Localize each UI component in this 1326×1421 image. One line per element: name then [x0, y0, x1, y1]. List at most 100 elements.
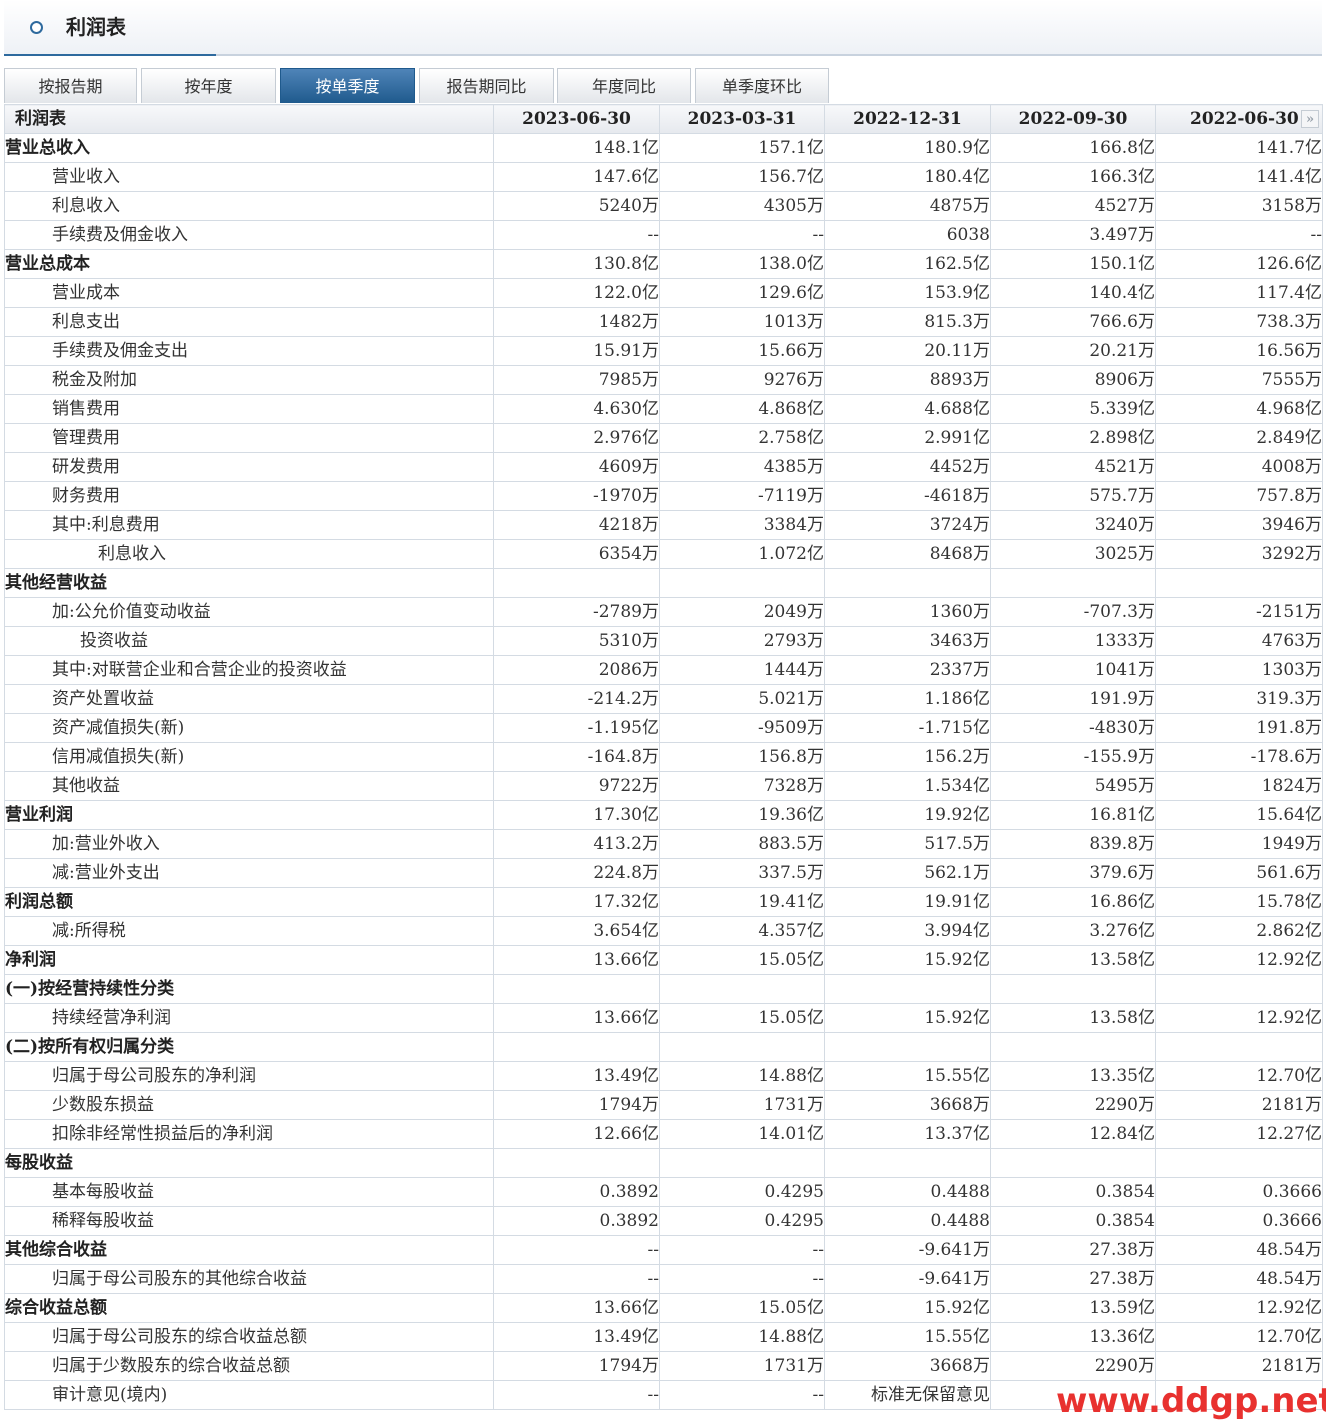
table-cell: 19.92亿	[824, 800, 991, 830]
table-cell: 4305万	[659, 191, 825, 221]
tab-by-year[interactable]: 按年度	[141, 68, 276, 103]
table-cell	[659, 974, 825, 1004]
corner-header: 利润表	[4, 104, 494, 134]
table-row: 综合收益总额 13.66亿 15.05亿 15.92亿 13.59亿 12.92亿	[4, 1293, 1323, 1323]
table-cell: 15.05亿	[659, 1003, 825, 1033]
row-label: 每股收益	[4, 1148, 494, 1178]
table-cell: 4609万	[493, 452, 660, 482]
tab-annual-yoy[interactable]: 年度同比	[557, 68, 691, 103]
table-cell: 2290万	[990, 1351, 1156, 1381]
table-cell: 7985万	[493, 365, 660, 395]
column-header-label: 2022-06-30	[1190, 109, 1299, 129]
table-cell: 1824万	[1155, 771, 1323, 801]
table-row: 营业收入 147.6亿 156.7亿 180.4亿 166.3亿 141.4亿	[4, 162, 1323, 192]
table-cell	[1155, 1032, 1323, 1062]
table-cell: 12.92亿	[1155, 945, 1323, 975]
table-row: 其他综合收益 -- -- -9.641万 27.38万 48.54万	[4, 1235, 1323, 1265]
table-cell: 0.4488	[824, 1177, 991, 1207]
table-cell: 4.357亿	[659, 916, 825, 946]
table-cell: 3158万	[1155, 191, 1323, 221]
tab-by-single-quarter[interactable]: 按单季度	[280, 68, 415, 103]
table-cell: 3946万	[1155, 510, 1323, 540]
income-statement-table: 利润表 2023-06-30 2023-03-31 2022-12-31 202…	[4, 104, 1323, 1410]
row-label: 归属于少数股东的综合收益总额	[4, 1351, 494, 1381]
table-row: 其中:对联营企业和合营企业的投资收益 2086万 1444万 2337万 1041万 13…	[4, 655, 1323, 685]
row-label: 营业总收入	[4, 133, 494, 163]
table-cell: -178.6万	[1155, 742, 1323, 772]
table-cell: 157.1亿	[659, 133, 825, 163]
table-row: 加:公允价值变动收益 -2789万 2049万 1360万 -707.3万 -2151万	[4, 597, 1323, 627]
table-cell: 14.88亿	[659, 1061, 825, 1091]
table-cell: 15.55亿	[824, 1061, 991, 1091]
table-cell: 2290万	[990, 1090, 1156, 1120]
row-label: 利息收入	[4, 191, 494, 221]
row-label: 持续经营净利润	[4, 1003, 494, 1033]
table-cell: 13.49亿	[493, 1061, 660, 1091]
table-cell: --	[493, 1380, 660, 1410]
table-cell: 19.36亿	[659, 800, 825, 830]
table-cell: 148.1亿	[493, 133, 660, 163]
table-cell: 2337万	[824, 655, 991, 685]
table-cell	[990, 974, 1156, 1004]
table-cell: 4385万	[659, 452, 825, 482]
table-row: 投资收益 5310万 2793万 3463万 1333万 4763万	[4, 626, 1323, 656]
row-label: 加:公允价值变动收益	[4, 597, 494, 627]
table-cell: 2049万	[659, 597, 825, 627]
table-cell: 126.6亿	[1155, 249, 1323, 279]
table-row: 营业总成本 130.8亿 138.0亿 162.5亿 150.1亿 126.6亿	[4, 249, 1323, 279]
table-cell: -1.195亿	[493, 713, 660, 743]
row-label: 扣除非经常性损益后的净利润	[4, 1119, 494, 1149]
table-cell: -214.2万	[493, 684, 660, 714]
table-row: 其中:利息费用 4218万 3384万 3724万 3240万 3946万	[4, 510, 1323, 540]
column-header: 2022-12-31	[824, 104, 991, 134]
table-cell: 4875万	[824, 191, 991, 221]
table-cell: 7328万	[659, 771, 825, 801]
table-cell: 1794万	[493, 1351, 660, 1381]
table-cell	[493, 568, 660, 598]
table-cell: --	[493, 1235, 660, 1265]
table-cell: 6038	[824, 220, 991, 250]
table-cell: 13.37亿	[824, 1119, 991, 1149]
table-cell: 4527万	[990, 191, 1156, 221]
table-cell: 517.5万	[824, 829, 991, 859]
table-cell: 7555万	[1155, 365, 1323, 395]
table-cell: 839.8万	[990, 829, 1156, 859]
row-label: 稀释每股收益	[4, 1206, 494, 1236]
table-cell: 13.66亿	[493, 1293, 660, 1323]
table-cell: -155.9万	[990, 742, 1156, 772]
table-cell: 5495万	[990, 771, 1156, 801]
table-cell: 156.7亿	[659, 162, 825, 192]
table-cell: -9509万	[659, 713, 825, 743]
table-cell: -2789万	[493, 597, 660, 627]
tab-by-report-period[interactable]: 按报告期	[4, 68, 137, 103]
table-cell: -1970万	[493, 481, 660, 511]
table-cell: 4008万	[1155, 452, 1323, 482]
table-row: 手续费及佣金支出 15.91万 15.66万 20.11万 20.21万 16.56万	[4, 336, 1323, 366]
row-label: 审计意见(境内)	[4, 1380, 494, 1410]
table-cell: -7119万	[659, 481, 825, 511]
table-row: 利息收入 5240万 4305万 4875万 4527万 3158万	[4, 191, 1323, 221]
table-cell: 16.81亿	[990, 800, 1156, 830]
table-cell: 6354万	[493, 539, 660, 569]
table-row: 归属于少数股东的综合收益总额 1794万 1731万 3668万 2290万 2181万	[4, 1351, 1323, 1381]
table-cell: 2.862亿	[1155, 916, 1323, 946]
table-cell	[659, 568, 825, 598]
table-cell: 1360万	[824, 597, 991, 627]
table-cell: 1.072亿	[659, 539, 825, 569]
double-chevron-right-icon[interactable]: »	[1301, 110, 1319, 128]
table-row: 资产减值损失(新) -1.195亿 -9509万 -1.715亿 -4830万 191.8…	[4, 713, 1323, 743]
tab-quarter-qoq[interactable]: 单季度环比	[695, 68, 829, 103]
table-row: 减:所得税 3.654亿 4.357亿 3.994亿 3.276亿 2.862亿	[4, 916, 1323, 946]
table-row: 资产处置收益 -214.2万 5.021万 1.186亿 191.9万 319.3万	[4, 684, 1323, 714]
table-cell: 575.7万	[990, 481, 1156, 511]
tab-report-period-yoy[interactable]: 报告期同比	[419, 68, 554, 103]
table-cell: 1.534亿	[824, 771, 991, 801]
table-cell: 166.3亿	[990, 162, 1156, 192]
table-cell	[990, 568, 1156, 598]
table-cell: 12.70亿	[1155, 1322, 1323, 1352]
table-cell: 14.01亿	[659, 1119, 825, 1149]
table-cell: 1949万	[1155, 829, 1323, 859]
table-row: (一)按经营持续性分类	[4, 974, 1323, 1004]
table-row: 研发费用 4609万 4385万 4452万 4521万 4008万	[4, 452, 1323, 482]
table-cell: --	[493, 1264, 660, 1294]
